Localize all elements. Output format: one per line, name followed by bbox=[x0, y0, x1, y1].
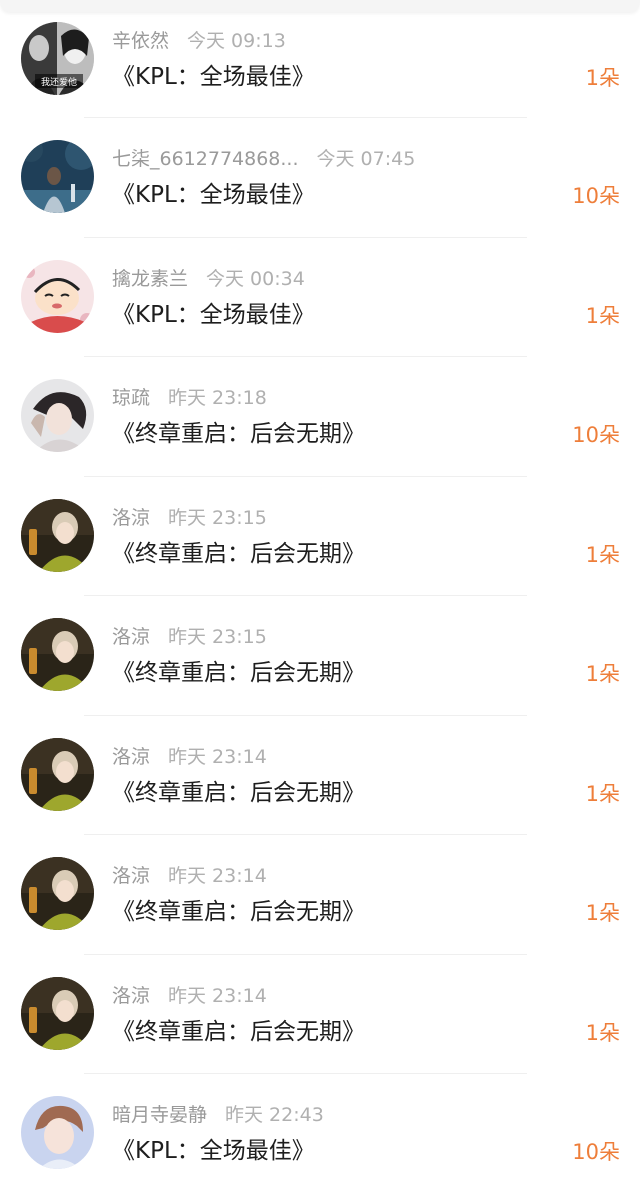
work-title[interactable]: 《终章重启：后会无期》 bbox=[112, 1015, 365, 1049]
sender-meta: 琼疏 昨天 23:18 bbox=[112, 384, 267, 412]
send-time: 昨天 23:18 bbox=[168, 387, 267, 409]
avatar-girl-icon bbox=[21, 737, 94, 811]
gift-count: 1朵 bbox=[585, 901, 620, 925]
work-title[interactable]: 《KPL：全场最佳》 bbox=[112, 178, 315, 212]
avatar[interactable] bbox=[21, 976, 94, 1050]
avatar-girl-icon bbox=[21, 976, 94, 1050]
gift-count: 10朵 bbox=[572, 1140, 620, 1164]
sender-name[interactable]: 洛涼 bbox=[112, 746, 150, 768]
top-card-edge bbox=[0, 0, 640, 12]
list-item[interactable]: 洛涼 昨天 23:15 《终章重启：后会无期》 1朵 bbox=[0, 477, 640, 596]
work-title[interactable]: 《终章重启：后会无期》 bbox=[112, 895, 365, 929]
avatar[interactable] bbox=[21, 259, 94, 333]
sender-name[interactable]: 洛涼 bbox=[112, 985, 150, 1007]
gift-record-list: 我还爱他 辛依然 今天 09:13 《KPL：全场最佳》 1朵 七柒_661277… bbox=[0, 0, 640, 1194]
sender-name[interactable]: 七柒_6612774868... bbox=[112, 148, 299, 170]
sender-meta: 洛涼 昨天 23:14 bbox=[112, 743, 267, 771]
avatar-portrait-icon bbox=[21, 379, 94, 452]
work-title[interactable]: 《终章重启：后会无期》 bbox=[112, 417, 365, 451]
avatar-caption: 我还爱他 bbox=[41, 76, 77, 88]
avatar[interactable] bbox=[21, 140, 94, 213]
list-item[interactable]: 洛涼 昨天 23:15 《终章重启：后会无期》 1朵 bbox=[0, 596, 640, 716]
avatar[interactable] bbox=[21, 857, 94, 930]
avatar[interactable] bbox=[21, 737, 94, 811]
gift-count: 1朵 bbox=[585, 542, 620, 567]
avatar-girl-icon bbox=[21, 498, 94, 572]
list-item[interactable]: 暗月寺晏静 昨天 22:43 《KPL：全场最佳》 10朵 bbox=[0, 1074, 640, 1194]
avatar-girl-icon bbox=[21, 857, 94, 930]
gift-count: 1朵 bbox=[585, 781, 620, 806]
sender-meta: 擒龙素兰 今天 00:34 bbox=[112, 265, 305, 293]
avatar[interactable] bbox=[21, 618, 94, 691]
sender-name[interactable]: 琼疏 bbox=[112, 387, 150, 409]
send-time: 昨天 23:14 bbox=[168, 865, 267, 887]
send-time: 昨天 23:14 bbox=[168, 984, 267, 1007]
avatar[interactable]: 我还爱他 bbox=[21, 22, 94, 95]
sender-meta: 暗月寺晏静 昨天 22:43 bbox=[112, 1101, 324, 1129]
sender-meta: 七柒_6612774868... 今天 07:45 bbox=[112, 145, 415, 173]
sender-name[interactable]: 辛依然 bbox=[112, 30, 169, 52]
sender-name[interactable]: 洛涼 bbox=[112, 507, 150, 529]
gift-count: 1朵 bbox=[585, 66, 620, 90]
send-time: 昨天 23:14 bbox=[168, 745, 267, 768]
sender-meta: 洛涼 昨天 23:15 bbox=[112, 504, 267, 532]
gift-count: 1朵 bbox=[585, 662, 620, 686]
gift-count: 10朵 bbox=[572, 423, 620, 447]
send-time: 昨天 23:15 bbox=[168, 506, 267, 529]
send-time: 今天 07:45 bbox=[316, 148, 416, 170]
list-item[interactable]: 洛涼 昨天 23:14 《终章重启：后会无期》 1朵 bbox=[0, 716, 640, 835]
sender-name[interactable]: 暗月寺晏静 bbox=[112, 1104, 207, 1126]
avatar-cartoon-icon bbox=[21, 259, 94, 333]
sender-meta: 洛涼 昨天 23:15 bbox=[112, 623, 267, 651]
avatar[interactable] bbox=[21, 379, 94, 452]
send-time: 昨天 23:15 bbox=[168, 626, 267, 648]
list-item[interactable]: 七柒_6612774868... 今天 07:45 《KPL：全场最佳》 10朵 bbox=[0, 118, 640, 238]
work-title[interactable]: 《KPL：全场最佳》 bbox=[112, 1134, 315, 1168]
gift-count: 1朵 bbox=[585, 1020, 620, 1045]
sender-meta: 辛依然 今天 09:13 bbox=[112, 27, 286, 55]
sender-name[interactable]: 洛涼 bbox=[112, 626, 150, 648]
sender-name[interactable]: 洛涼 bbox=[112, 865, 150, 887]
avatar-girl-icon bbox=[21, 618, 94, 691]
list-item[interactable]: 我还爱他 辛依然 今天 09:13 《KPL：全场最佳》 1朵 bbox=[0, 0, 640, 118]
work-title[interactable]: 《终章重启：后会无期》 bbox=[112, 776, 365, 810]
gift-count: 10朵 bbox=[572, 184, 620, 208]
avatar-boy-icon bbox=[21, 1096, 94, 1169]
list-item[interactable]: 琼疏 昨天 23:18 《终章重启：后会无期》 10朵 bbox=[0, 357, 640, 477]
list-item[interactable]: 洛涼 昨天 23:14 《终章重启：后会无期》 1朵 bbox=[0, 835, 640, 955]
send-time: 今天 09:13 bbox=[187, 30, 286, 52]
avatar[interactable] bbox=[21, 1096, 94, 1169]
send-time: 昨天 22:43 bbox=[225, 1104, 324, 1126]
avatar[interactable] bbox=[21, 498, 94, 572]
work-title[interactable]: 《终章重启：后会无期》 bbox=[112, 656, 365, 690]
avatar-bw-photo-icon: 我还爱他 bbox=[21, 22, 94, 95]
list-item[interactable]: 擒龙素兰 今天 00:34 《KPL：全场最佳》 1朵 bbox=[0, 238, 640, 357]
send-time: 今天 00:34 bbox=[206, 267, 305, 290]
work-title[interactable]: 《终章重启：后会无期》 bbox=[112, 537, 365, 571]
list-item[interactable]: 洛涼 昨天 23:14 《终章重启：后会无期》 1朵 bbox=[0, 955, 640, 1074]
sender-meta: 洛涼 昨天 23:14 bbox=[112, 862, 267, 890]
sender-meta: 洛涼 昨天 23:14 bbox=[112, 982, 267, 1010]
work-title[interactable]: 《KPL：全场最佳》 bbox=[112, 60, 315, 94]
avatar-night-scene-icon bbox=[21, 140, 94, 213]
sender-name[interactable]: 擒龙素兰 bbox=[112, 268, 188, 290]
gift-count: 1朵 bbox=[585, 303, 620, 328]
work-title[interactable]: 《KPL：全场最佳》 bbox=[112, 298, 315, 332]
